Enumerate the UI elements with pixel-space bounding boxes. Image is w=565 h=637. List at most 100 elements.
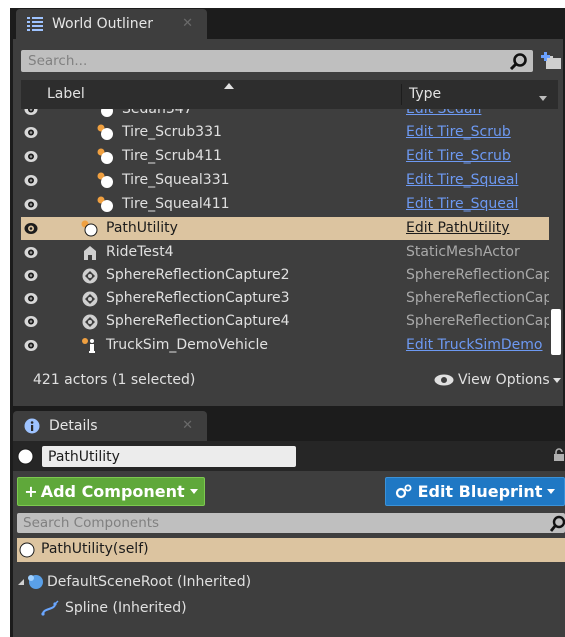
column-type[interactable]: Type: [409, 86, 441, 102]
list-item[interactable]: TruckSim_DemoVehicle Edit TruckSimDemo: [21, 334, 549, 357]
list-item[interactable]: Tire_Squeal411 Edit Tire_Squeal: [21, 193, 549, 216]
component-self-row[interactable]: PathUtility(self): [17, 538, 565, 562]
actor-name: Tire_Scrub411: [122, 148, 222, 164]
chevron-down-icon[interactable]: [539, 96, 547, 101]
list-item[interactable]: SphereReflectionCapture3 SphereReflectio…: [21, 287, 549, 310]
actor-type: SphereReflectionCap: [406, 267, 549, 283]
add-component-label: Add Component: [40, 482, 185, 501]
actor-name: Sedan347: [122, 109, 193, 117]
reflection-capture-icon: [82, 291, 98, 307]
object-name-field[interactable]: [42, 446, 296, 467]
outliner-search: [21, 50, 533, 72]
add-folder-icon[interactable]: [541, 51, 563, 71]
component-tree-item[interactable]: DefaultSceneRoot (Inherited): [18, 571, 251, 593]
view-options-label: View Options: [458, 372, 550, 388]
visibility-eye-icon[interactable]: [24, 222, 38, 235]
collapse-arrow-icon[interactable]: [18, 579, 24, 585]
blueprint-sphere-icon: [97, 148, 113, 164]
world-outliner-panel: Label Type Sedan347 Edit Sedan Tire_Scru…: [13, 39, 563, 406]
scrollbar-thumb[interactable]: [551, 309, 561, 355]
tree-item-label: DefaultSceneRoot (Inherited): [47, 574, 252, 590]
vehicle-blueprint-icon: [82, 338, 95, 353]
reflection-capture-icon: [82, 314, 98, 330]
visibility-eye-icon[interactable]: [24, 109, 38, 116]
actor-list: Sedan347 Edit Sedan Tire_Scrub331 Edit T…: [21, 109, 549, 361]
list-item[interactable]: Tire_Scrub411 Edit Tire_Scrub: [21, 145, 549, 168]
actor-name: Tire_Squeal331: [122, 172, 230, 188]
actor-name: SphereReflectionCapture4: [106, 313, 290, 329]
tab-details[interactable]: Details ✕: [13, 411, 207, 441]
info-icon: [23, 418, 41, 434]
tab-world-outliner[interactable]: World Outliner ✕: [16, 9, 207, 39]
blueprint-sphere-icon: [81, 220, 98, 237]
column-label[interactable]: Label: [47, 86, 85, 102]
blueprint-sphere-icon: [97, 196, 113, 212]
chevron-down-icon: [552, 377, 561, 383]
point-light-icon: [101, 109, 113, 117]
sphere-icon: [19, 542, 35, 558]
object-name-bar: [13, 441, 565, 471]
chevron-down-icon: [189, 489, 198, 494]
visibility-eye-icon[interactable]: [24, 150, 38, 163]
tab-label: World Outliner: [52, 16, 153, 32]
actor-type: SphereReflectionCap: [406, 313, 549, 329]
column-header: Label Type: [21, 80, 558, 109]
view-options-button[interactable]: View Options: [434, 372, 561, 388]
visibility-eye-icon[interactable]: [24, 198, 38, 211]
visibility-eye-icon[interactable]: [24, 174, 38, 187]
component-tree-item[interactable]: Spline (Inherited): [41, 597, 187, 619]
close-icon[interactable]: ✕: [182, 418, 193, 433]
visibility-eye-icon[interactable]: [24, 126, 38, 139]
actor-name: RideTest4: [106, 244, 174, 260]
visibility-eye-icon[interactable]: [24, 339, 38, 352]
edit-blueprint-label: Edit Blueprint: [417, 482, 543, 501]
actor-type-link[interactable]: Edit Tire_Squeal: [406, 172, 549, 188]
list-item-selected[interactable]: PathUtility Edit PathUtility: [21, 217, 549, 240]
actor-count-status: 421 actors (1 selected): [33, 372, 196, 388]
search-input[interactable]: [21, 50, 501, 72]
tab-label: Details: [49, 418, 98, 434]
visibility-eye-icon[interactable]: [24, 292, 38, 305]
eye-icon: [434, 374, 454, 386]
list-item[interactable]: Tire_Scrub331 Edit Tire_Scrub: [21, 121, 549, 144]
add-component-button[interactable]: + Add Component: [17, 477, 205, 506]
actor-type-link[interactable]: Edit TruckSimDemo: [406, 337, 549, 353]
sphere-icon: [17, 448, 34, 465]
outliner-list-icon: [26, 16, 44, 32]
actor-type-link[interactable]: Edit Tire_Squeal: [406, 196, 549, 212]
scrollbar[interactable]: [551, 109, 561, 361]
search-components-input[interactable]: [17, 513, 537, 533]
scene-root-icon: [28, 575, 43, 589]
list-item[interactable]: Sedan347 Edit Sedan: [21, 109, 549, 121]
visibility-eye-icon[interactable]: [24, 269, 38, 282]
sort-ascending-icon[interactable]: [224, 83, 234, 89]
edit-blueprint-button[interactable]: Edit Blueprint: [385, 477, 565, 506]
search-icon[interactable]: [509, 52, 529, 70]
actor-name: TruckSim_DemoVehicle: [106, 337, 269, 353]
search-icon[interactable]: [549, 514, 565, 532]
details-panel: + Add Component Edit Blueprint PathUtili…: [13, 441, 565, 637]
actor-type: SphereReflectionCap: [406, 290, 549, 306]
component-search: [17, 513, 565, 533]
blueprint-sphere-icon: [97, 124, 113, 140]
actor-type-link[interactable]: Edit Sedan: [406, 109, 549, 117]
visibility-eye-icon[interactable]: [24, 315, 38, 328]
list-item[interactable]: Tire_Squeal331 Edit Tire_Squeal: [21, 169, 549, 192]
actor-name: PathUtility: [106, 220, 178, 236]
actor-name: Tire_Scrub331: [122, 124, 222, 140]
visibility-eye-icon[interactable]: [24, 246, 38, 259]
close-icon[interactable]: ✕: [182, 16, 193, 31]
actor-name: Tire_Squeal411: [122, 196, 230, 212]
actor-type-link[interactable]: Edit Tire_Scrub: [406, 124, 549, 140]
spline-icon: [41, 600, 59, 616]
self-label: PathUtility(self): [41, 541, 149, 557]
list-item[interactable]: SphereReflectionCapture4 SphereReflectio…: [21, 310, 549, 333]
list-item[interactable]: SphereReflectionCapture2 SphereReflectio…: [21, 264, 549, 287]
chevron-down-icon: [547, 489, 556, 494]
lock-icon[interactable]: [553, 448, 565, 462]
actor-type-link[interactable]: Edit PathUtility: [406, 220, 549, 236]
list-item[interactable]: RideTest4 StaticMeshActor: [21, 241, 549, 264]
actor-type-link[interactable]: Edit Tire_Scrub: [406, 148, 549, 164]
column-divider[interactable]: [401, 84, 402, 105]
tree-item-label: Spline (Inherited): [65, 600, 187, 616]
